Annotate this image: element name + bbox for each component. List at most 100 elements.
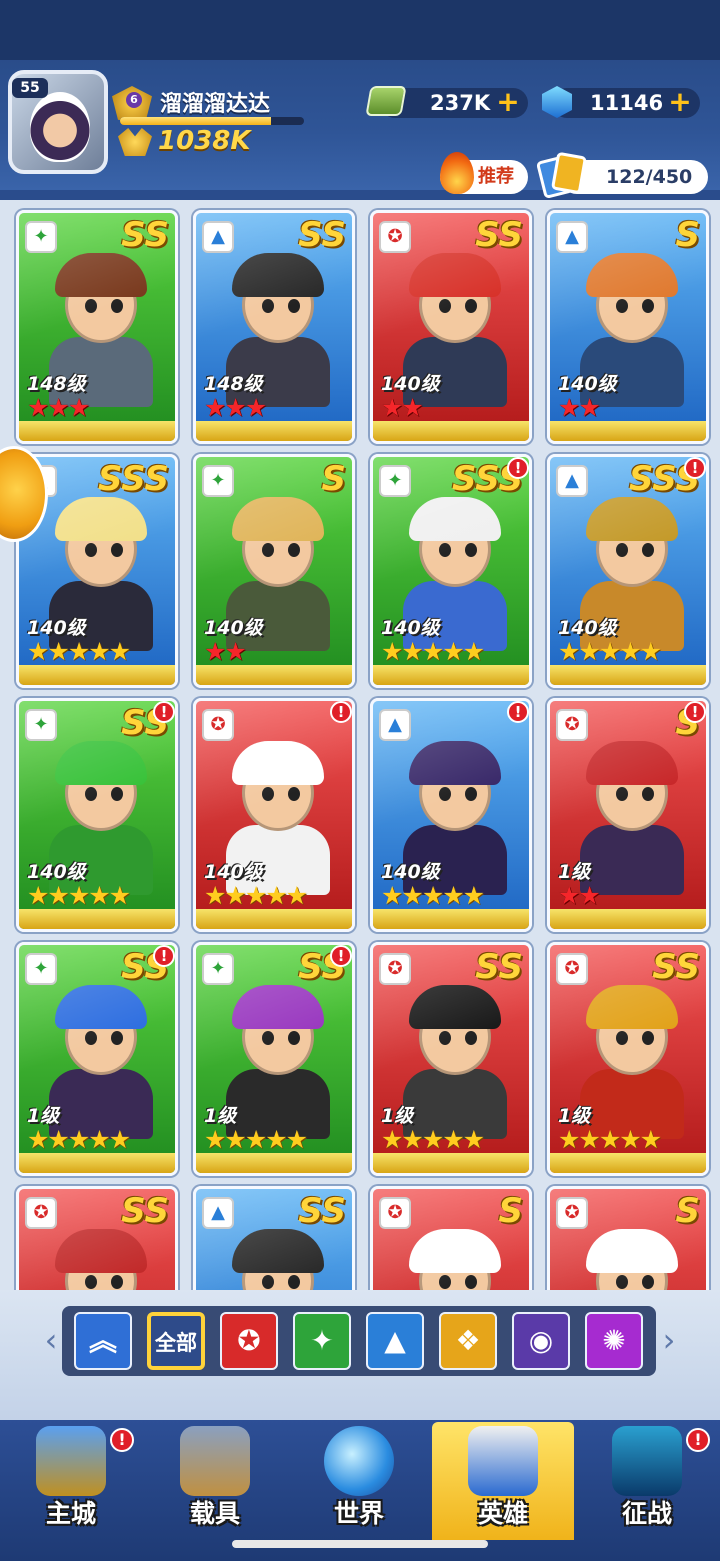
add-gems-button[interactable]: + [668, 88, 692, 116]
globe-icon [324, 1426, 394, 1496]
alert-badge-icon: ! [684, 701, 706, 723]
nav-globe-tab[interactable]: 世界 [288, 1422, 430, 1540]
hero-card[interactable]: ✪ S [547, 1186, 709, 1290]
hero-grade: SS [298, 1191, 346, 1231]
recommend-label: 推荐 [478, 166, 514, 187]
hero-level: 140级 [381, 861, 440, 883]
hero-card[interactable]: ✪ SS 1级 ★★★★★ [547, 942, 709, 1176]
player-name[interactable]: 溜溜溜达达 [160, 86, 270, 118]
soldier-class-icon: ✦ [25, 221, 57, 253]
hero-card[interactable]: ✦ SS 148级 ★★★ [16, 210, 178, 444]
nav-castle-tab[interactable]: 主城! [0, 1422, 142, 1540]
alert-badge-icon: ! [330, 701, 352, 723]
hero-card[interactable]: ✪ S [370, 1186, 532, 1290]
card-gold-trim [196, 665, 352, 685]
hero-card[interactable]: ✦ SS 1级 ★★★★★! [16, 942, 178, 1176]
home-indicator[interactable] [232, 1540, 488, 1548]
hero-star-rating: ★★★★★ [27, 881, 131, 910]
hero-card[interactable]: ✪ SS [16, 1186, 178, 1290]
soldier-class-icon: ✦ [25, 709, 57, 741]
hero-card[interactable]: ✦ S 140级 ★★ [193, 454, 355, 688]
nav-label: 主城 [45, 1499, 96, 1528]
hero-card[interactable]: ▲ SS [193, 1186, 355, 1290]
filter-mystic-button[interactable]: ✺ [585, 1312, 643, 1370]
experience-bar [120, 117, 304, 125]
nav-label: 载具 [189, 1499, 240, 1528]
filter-support-button[interactable]: ❖ [439, 1312, 497, 1370]
filter-soldier-button[interactable]: ✦ [293, 1312, 351, 1370]
tank-class-icon: ▲ [384, 1324, 406, 1357]
alert-badge-icon: ! [153, 945, 175, 967]
special-class-icon: ◉ [528, 1324, 554, 1357]
card-gold-trim [19, 421, 175, 441]
hero-card[interactable]: ✦ SSS 140级 ★★★★★! [370, 454, 532, 688]
experience-bar-fill [120, 117, 271, 125]
alert-badge-icon: ! [507, 701, 529, 723]
hero-star-rating: ★★★★★ [381, 1125, 485, 1154]
hero-level: 140级 [558, 617, 617, 639]
nav-label: 征战 [621, 1499, 672, 1528]
hero-star-rating: ★★ [558, 393, 601, 422]
hero-grid[interactable]: ✦SS148级★★★▲SS148级★★★✪SS140级★★▲S140级★★▲SS… [0, 200, 720, 1290]
alert-badge-icon: ! [110, 1428, 134, 1452]
hero-level: 140级 [381, 373, 440, 395]
hero-star-rating: ★★★★★ [381, 881, 485, 910]
hero-star-rating: ★★★★★ [558, 637, 662, 666]
hero-star-rating: ★★★★★ [27, 1125, 131, 1154]
assault-class-icon: ✪ [379, 953, 411, 985]
alert-badge-icon: ! [684, 457, 706, 479]
nav-radar-tab[interactable]: 征战! [576, 1422, 718, 1540]
hero-level: 1级 [558, 1105, 591, 1127]
hero-card[interactable]: ▲ SSS 140级 ★★★★★! [547, 454, 709, 688]
hero-card[interactable]: ▲ S 140级 ★★ [547, 210, 709, 444]
hero-card[interactable]: ✪ 140级 ★★★★★! [193, 698, 355, 932]
hero-level: 140级 [27, 617, 86, 639]
hero-star-rating: ★★★ [204, 393, 267, 422]
filter-sort-button[interactable]: ︽ [74, 1312, 132, 1370]
alert-badge-icon: ! [330, 945, 352, 967]
hero-grade: SS [652, 947, 700, 987]
hero-card[interactable]: ✪ SS 140级 ★★ [370, 210, 532, 444]
hero-card[interactable]: ✪ S 1级 ★★! [547, 698, 709, 932]
gem-value: 11146 [590, 91, 664, 115]
hero-card[interactable]: ✪ SS 1级 ★★★★★ [370, 942, 532, 1176]
hero-star-rating: ★★★★★ [204, 1125, 308, 1154]
soldier-class-icon: ✦ [379, 465, 411, 497]
assault-class-icon: ✪ [25, 1197, 57, 1229]
nav-vehicle-tab[interactable]: 载具 [144, 1422, 286, 1540]
fire-icon [440, 152, 474, 194]
support-class-icon: ❖ [455, 1324, 481, 1357]
tank-class-icon: ▲ [202, 1197, 234, 1229]
hero-card[interactable]: ▲ SS 148级 ★★★ [193, 210, 355, 444]
hero-level: 148级 [27, 373, 86, 395]
filter-tank-button[interactable]: ▲ [366, 1312, 424, 1370]
tank-class-icon: ▲ [202, 221, 234, 253]
card-gold-trim [373, 909, 529, 929]
hero-level: 140级 [381, 617, 440, 639]
hero-level: 140级 [204, 617, 263, 639]
hero-card[interactable]: ✦ SS 140级 ★★★★★! [16, 698, 178, 932]
nav-hero-tab[interactable]: 英雄 [432, 1422, 574, 1540]
hero-star-rating: ★★★★★ [204, 881, 308, 910]
assault-class-icon: ✪ [556, 1197, 588, 1229]
add-cash-button[interactable]: + [496, 88, 520, 116]
card-gold-trim [550, 909, 706, 929]
chevron-up-icon: ︽ [88, 1324, 117, 1357]
hero-level: 1级 [204, 1105, 237, 1127]
hero-grade: S [675, 1191, 701, 1231]
hero-star-rating: ★★ [204, 637, 247, 666]
hero-level: 1级 [381, 1105, 414, 1127]
hero-card[interactable]: ▲ 140级 ★★★★★! [370, 698, 532, 932]
hero-card[interactable]: ✦ SS 1级 ★★★★★! [193, 942, 355, 1176]
card-gold-trim [373, 665, 529, 685]
filter-assault-button[interactable]: ✪ [220, 1312, 278, 1370]
filter-right-arrow-icon[interactable]: › [656, 1320, 682, 1360]
soldier-class-icon: ✦ [202, 465, 234, 497]
filter-special-button[interactable]: ◉ [512, 1312, 570, 1370]
filter-left-arrow-icon[interactable]: ‹ [38, 1320, 64, 1360]
soldier-class-icon: ✦ [202, 953, 234, 985]
castle-icon [36, 1426, 106, 1496]
card-gold-trim [550, 421, 706, 441]
filter-all-button[interactable]: 全部 [147, 1312, 205, 1370]
cash-icon [365, 86, 407, 116]
